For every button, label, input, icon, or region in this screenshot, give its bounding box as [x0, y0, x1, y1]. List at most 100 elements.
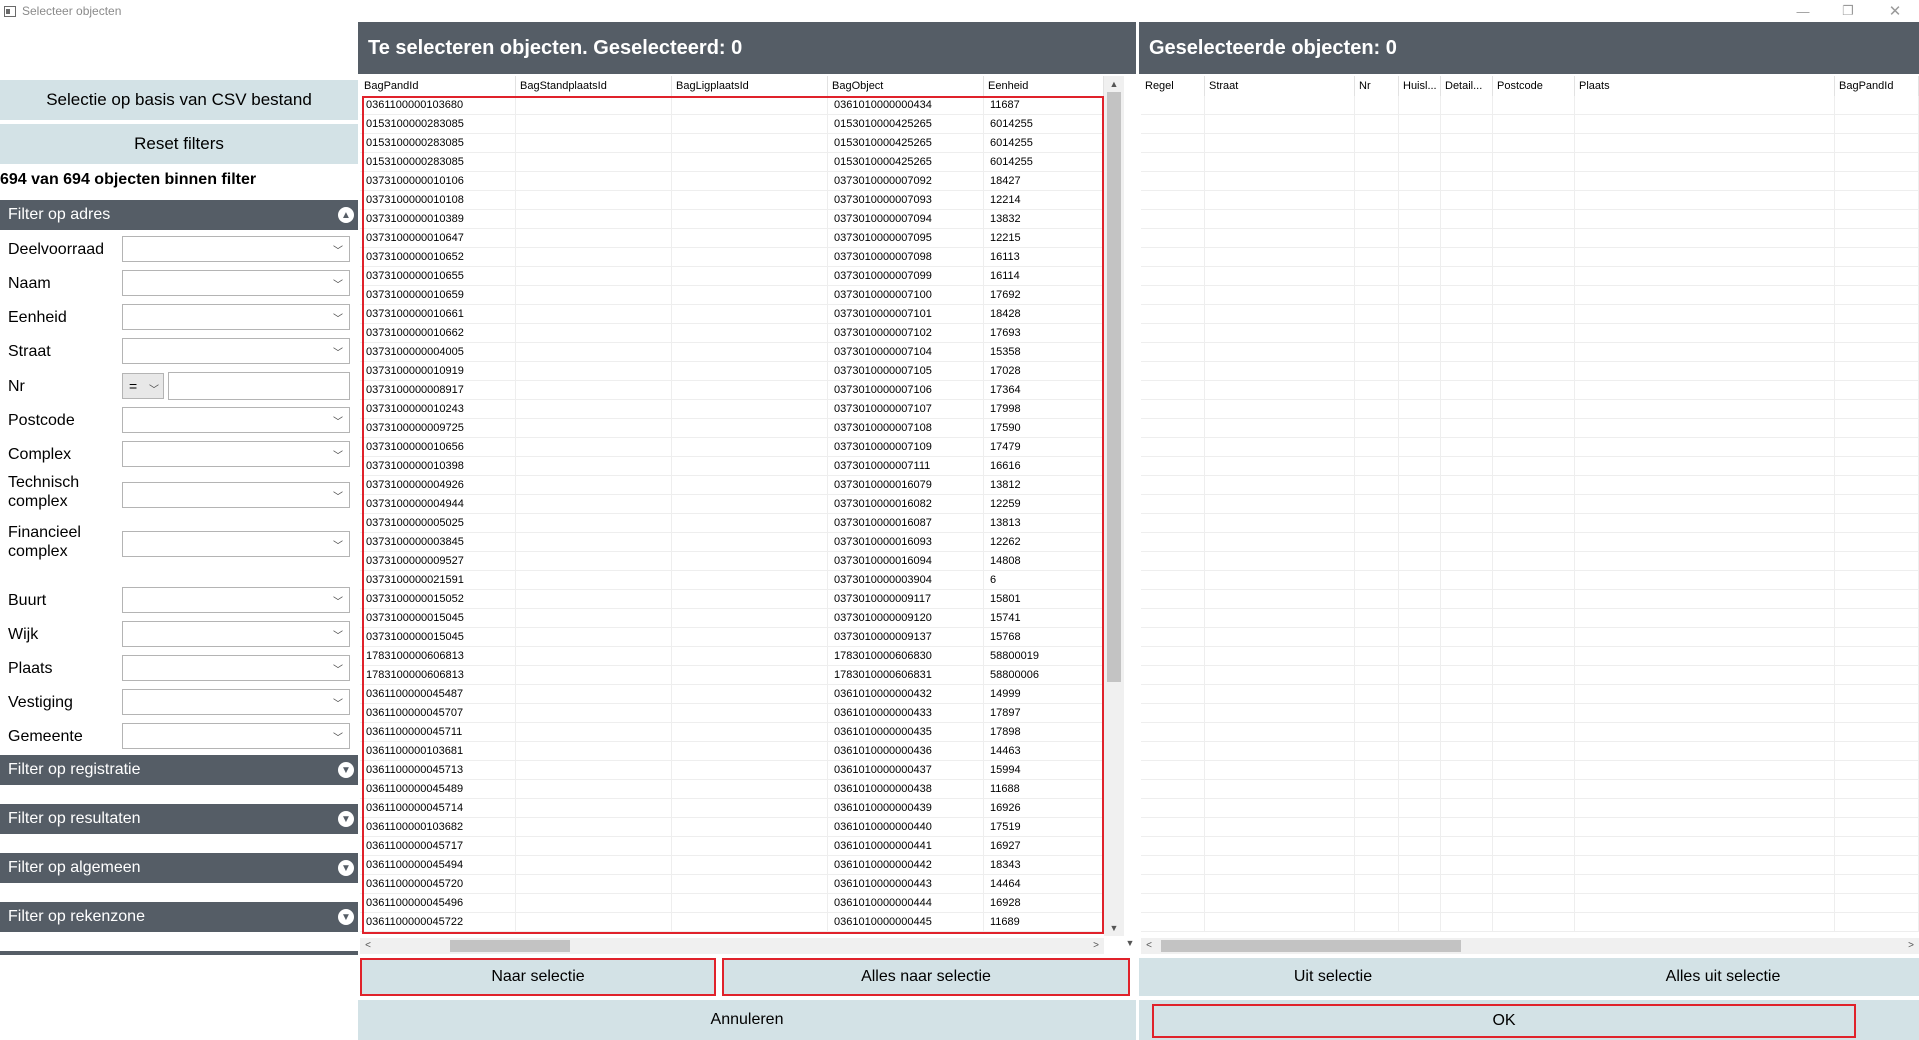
close-button[interactable]: ✕: [1872, 0, 1918, 22]
chevron-down-icon[interactable]: ▼: [338, 762, 354, 778]
postcode-dropdown[interactable]: ﹀: [122, 407, 350, 433]
column-header[interactable]: Eenheid: [984, 76, 1104, 96]
column-header[interactable]: BagStandplaatsId: [516, 76, 672, 96]
scroll-left-icon[interactable]: <: [1141, 938, 1157, 954]
filter-registratie-header[interactable]: Filter op registratie ▼: [0, 755, 358, 785]
alles-naar-selectie-button[interactable]: Alles naar selectie: [722, 958, 1130, 996]
table-cell: [1141, 533, 1205, 551]
scroll-thumb[interactable]: [1161, 940, 1461, 952]
table-cell: [1141, 438, 1205, 456]
reset-filters-button[interactable]: Reset filters: [0, 124, 358, 164]
table-cell: [1575, 134, 1835, 152]
scroll-down-icon[interactable]: ▼: [1124, 938, 1136, 954]
table-cell: [1835, 419, 1919, 437]
complex-dropdown[interactable]: ﹀: [122, 441, 350, 467]
table-cell: [1493, 267, 1575, 285]
table-cell: [1355, 647, 1399, 665]
chevron-down-icon: ﹀: [333, 246, 343, 257]
table-row: [1141, 134, 1919, 153]
chevron-down-icon[interactable]: ▼: [338, 909, 354, 925]
scroll-up-icon[interactable]: ▲: [1104, 76, 1124, 92]
financieel-dropdown[interactable]: ﹀: [122, 531, 350, 557]
column-header[interactable]: Postcode: [1493, 76, 1575, 96]
table-cell: [1835, 172, 1919, 190]
table-cell: [1493, 571, 1575, 589]
table-cell: [1141, 172, 1205, 190]
scroll-thumb[interactable]: [450, 940, 570, 952]
column-header[interactable]: BagPandId: [360, 76, 516, 96]
horizontal-scrollbar[interactable]: < >: [360, 938, 1104, 954]
nr-input[interactable]: [168, 372, 350, 400]
column-header[interactable]: Nr: [1355, 76, 1399, 96]
scroll-right-icon[interactable]: >: [1088, 938, 1104, 954]
table-cell: [1575, 324, 1835, 342]
column-header[interactable]: Plaats: [1575, 76, 1835, 96]
table-cell: [1205, 191, 1355, 209]
table-cell: [1835, 761, 1919, 779]
chevron-down-icon[interactable]: ▼: [338, 811, 354, 827]
scroll-down-icon[interactable]: ▼: [1104, 920, 1124, 936]
table-cell: [1493, 476, 1575, 494]
buurt-dropdown[interactable]: ﹀: [122, 587, 350, 613]
restore-button[interactable]: ❐: [1825, 0, 1871, 22]
table-cell: [1493, 495, 1575, 513]
column-header[interactable]: BagLigplaatsId: [672, 76, 828, 96]
wijk-dropdown[interactable]: ﹀: [122, 621, 350, 647]
table-row: [1141, 229, 1919, 248]
table-cell: [1205, 628, 1355, 646]
vestiging-label: Vestiging: [8, 694, 73, 711]
plaats-dropdown[interactable]: ﹀: [122, 655, 350, 681]
table-cell: [1205, 210, 1355, 228]
table-cell: [1493, 96, 1575, 114]
filter-resultaten-header[interactable]: Filter op resultaten ▼: [0, 804, 358, 834]
table-cell: [1493, 704, 1575, 722]
table-row: [1141, 818, 1919, 837]
alles-uit-selectie-button[interactable]: Alles uit selectie: [1527, 958, 1919, 996]
column-header[interactable]: Regel: [1141, 76, 1205, 96]
table-cell: [1141, 286, 1205, 304]
vertical-scrollbar[interactable]: ▲ ▼: [1104, 76, 1124, 936]
column-header[interactable]: Detail...: [1441, 76, 1493, 96]
table-cell: [1835, 381, 1919, 399]
annuleren-button[interactable]: Annuleren: [358, 1000, 1136, 1040]
filter-rekenzone-header[interactable]: Filter op rekenzone ▼: [0, 902, 358, 932]
vestiging-dropdown[interactable]: ﹀: [122, 689, 350, 715]
scroll-left-icon[interactable]: <: [360, 938, 376, 954]
gemeente-dropdown[interactable]: ﹀: [122, 723, 350, 749]
table-cell: [1355, 476, 1399, 494]
eenheid-dropdown[interactable]: ﹀: [122, 304, 350, 330]
filter-algemeen-header[interactable]: Filter op algemeen ▼: [0, 853, 358, 883]
table-cell: [1441, 913, 1493, 931]
table-cell: [1399, 894, 1441, 912]
chevron-down-icon[interactable]: ▼: [338, 860, 354, 876]
scroll-right-icon[interactable]: >: [1903, 938, 1919, 954]
minimize-button[interactable]: —: [1780, 0, 1826, 22]
table-cell: [1835, 875, 1919, 893]
table-cell: [1141, 362, 1205, 380]
column-header[interactable]: Straat: [1205, 76, 1355, 96]
ok-button[interactable]: OK: [1152, 1004, 1856, 1038]
chevron-up-icon[interactable]: ▲: [338, 207, 354, 223]
uit-selectie-button[interactable]: Uit selectie: [1139, 958, 1527, 996]
csv-selection-button[interactable]: Selectie op basis van CSV bestand: [0, 80, 358, 120]
table-cell: [1441, 780, 1493, 798]
table-cell: [1441, 134, 1493, 152]
naam-dropdown[interactable]: ﹀: [122, 270, 350, 296]
naar-selectie-button[interactable]: Naar selectie: [360, 958, 716, 996]
horizontal-scrollbar[interactable]: < >: [1141, 938, 1919, 954]
technisch-dropdown[interactable]: ﹀: [122, 482, 350, 508]
selected-objects-grid[interactable]: Regel Straat Nr Huisl... Detail... Postcode Pl…: [1141, 76, 1919, 936]
table-cell: [1835, 191, 1919, 209]
straat-dropdown[interactable]: ﹀: [122, 338, 350, 364]
table-cell: [1355, 400, 1399, 418]
column-header[interactable]: BagObject: [828, 76, 984, 96]
table-cell: [1205, 324, 1355, 342]
table-cell: [1355, 419, 1399, 437]
column-header[interactable]: Huisl...: [1399, 76, 1441, 96]
scroll-thumb[interactable]: [1107, 92, 1121, 682]
deelvoorraad-dropdown[interactable]: ﹀: [122, 236, 350, 262]
nr-operator-dropdown[interactable]: = ﹀: [122, 373, 164, 399]
filter-adres-header[interactable]: Filter op adres ▲: [0, 200, 358, 230]
table-row: [1141, 115, 1919, 134]
column-header[interactable]: BagPandId: [1835, 76, 1919, 96]
